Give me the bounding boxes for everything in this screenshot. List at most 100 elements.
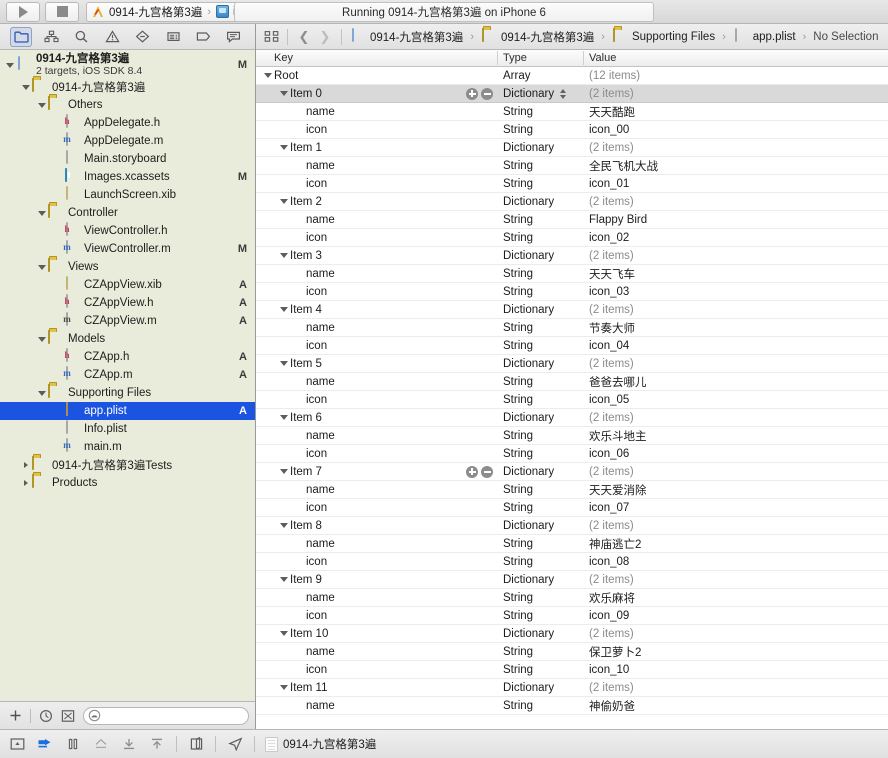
plist-type[interactable]: String (503, 610, 589, 622)
report-navigator-tab[interactable] (223, 27, 245, 47)
file-tree-row[interactable]: Others (0, 96, 255, 114)
plist-row[interactable]: name String 天天飞车 (256, 265, 888, 283)
plist-value[interactable]: (2 items) (589, 88, 634, 100)
plist-type[interactable]: Dictionary (503, 250, 589, 262)
plist-type[interactable]: Dictionary (503, 358, 589, 370)
debug-process-item[interactable]: 0914-九宫格第3遍 (265, 736, 376, 752)
column-header-key[interactable]: Key (256, 52, 503, 64)
disclosure-triangle-icon[interactable] (278, 685, 290, 690)
file-tree-row[interactable]: Controller (0, 204, 255, 222)
disclosure-triangle-icon[interactable] (278, 307, 290, 312)
stop-button[interactable] (45, 1, 79, 22)
file-tree-row[interactable]: m CZAppView.m A (0, 312, 255, 330)
plist-row[interactable]: icon String icon_07 (256, 499, 888, 517)
plist-value[interactable]: 爸爸去哪儿 (589, 377, 647, 389)
plist-type[interactable]: String (503, 106, 589, 118)
disclosure-triangle-icon[interactable] (20, 474, 32, 492)
file-tree-row[interactable]: 0914-九宫格第3遍 (0, 78, 255, 96)
test-navigator-tab[interactable] (132, 27, 154, 47)
plist-type[interactable]: String (503, 178, 589, 190)
plist-value[interactable]: (2 items) (589, 196, 634, 208)
file-tree-row[interactable]: LaunchScreen.xib (0, 186, 255, 204)
step-out-button[interactable] (120, 735, 138, 753)
file-tree-row[interactable]: 0914-九宫格第3遍 2 targets, iOS SDK 8.4 M (0, 52, 255, 78)
breadcrumb-item-4[interactable]: No Selection (812, 31, 879, 43)
plist-value[interactable]: (2 items) (589, 466, 634, 478)
file-tree-row[interactable]: Products (0, 474, 255, 492)
plist-row[interactable]: Item 0 Dictionary (2 items) (256, 85, 888, 103)
plist-type[interactable]: Dictionary (503, 682, 589, 694)
plist-value[interactable]: (2 items) (589, 628, 634, 640)
plist-type[interactable]: Array (503, 70, 589, 82)
plist-row[interactable]: Item 4 Dictionary (2 items) (256, 301, 888, 319)
plist-row[interactable]: icon String icon_06 (256, 445, 888, 463)
plist-row[interactable]: Item 2 Dictionary (2 items) (256, 193, 888, 211)
filter-input[interactable] (101, 709, 248, 722)
remove-row-icon[interactable] (481, 87, 493, 100)
plist-type[interactable]: String (503, 322, 589, 334)
plist-row[interactable]: icon String icon_10 (256, 661, 888, 679)
find-navigator-tab[interactable] (71, 27, 93, 47)
file-tree-row[interactable]: Info.plist (0, 420, 255, 438)
disclosure-triangle-icon[interactable] (278, 577, 290, 582)
disclosure-triangle-icon[interactable] (278, 361, 290, 366)
remove-row-icon[interactable] (481, 465, 493, 478)
plist-type[interactable]: String (503, 592, 589, 604)
plist-value[interactable]: icon_01 (589, 178, 629, 190)
breadcrumb-item-1[interactable]: 0914-九宫格第3遍 (480, 27, 595, 45)
file-tree-row[interactable]: Supporting Files (0, 384, 255, 402)
plist-row[interactable]: Item 10 Dictionary (2 items) (256, 625, 888, 643)
plist-row[interactable]: name String 天天爱消除 (256, 481, 888, 499)
file-tree-row[interactable]: Main.storyboard (0, 150, 255, 168)
add-row-icon[interactable] (466, 87, 478, 100)
plist-value[interactable]: (2 items) (589, 520, 634, 532)
disclosure-triangle-icon[interactable] (36, 204, 48, 222)
plist-type[interactable]: String (503, 430, 589, 442)
plist-type[interactable]: String (503, 646, 589, 658)
navigate-back-button[interactable]: ❮ (295, 27, 313, 47)
plist-type[interactable]: Dictionary (503, 628, 589, 640)
plist-value[interactable]: icon_05 (589, 394, 629, 406)
plist-value[interactable]: (2 items) (589, 304, 634, 316)
plist-type[interactable]: Dictionary (503, 466, 589, 478)
disclosure-triangle-icon[interactable] (278, 145, 290, 150)
plist-row[interactable]: icon String icon_03 (256, 283, 888, 301)
disclosure-triangle-icon[interactable] (278, 91, 290, 96)
file-tree-row[interactable]: Views (0, 258, 255, 276)
plist-value[interactable]: icon_00 (589, 124, 629, 136)
file-tree-row[interactable]: Models (0, 330, 255, 348)
plist-row[interactable]: Item 11 Dictionary (2 items) (256, 679, 888, 697)
plist-value[interactable]: icon_09 (589, 610, 629, 622)
plist-value[interactable]: 全民飞机大战 (589, 161, 658, 173)
breadcrumb-item-0[interactable]: 0914-九宫格第3遍 (349, 27, 464, 45)
plist-type[interactable]: String (503, 160, 589, 172)
type-stepper-icon[interactable] (558, 88, 568, 99)
plist-row[interactable]: Item 3 Dictionary (2 items) (256, 247, 888, 265)
plist-type[interactable]: String (503, 214, 589, 226)
plist-type[interactable]: String (503, 700, 589, 712)
plist-row[interactable]: icon String icon_02 (256, 229, 888, 247)
disclosure-triangle-icon[interactable] (36, 384, 48, 402)
breadcrumb-item-3[interactable]: app.plist (732, 27, 797, 45)
related-items-button[interactable] (262, 27, 280, 47)
plist-value[interactable]: (2 items) (589, 250, 634, 262)
disclosure-triangle-icon[interactable] (36, 330, 48, 348)
project-file-tree[interactable]: 0914-九宫格第3遍 2 targets, iOS SDK 8.4 M 0914-九… (0, 50, 255, 701)
file-tree-row[interactable]: h CZAppView.h A (0, 294, 255, 312)
plist-value[interactable]: 欢乐斗地主 (589, 431, 647, 443)
plist-row-buttons[interactable] (466, 87, 503, 100)
plist-row[interactable]: icon String icon_08 (256, 553, 888, 571)
plist-row[interactable]: Item 9 Dictionary (2 items) (256, 571, 888, 589)
plist-value[interactable]: icon_06 (589, 448, 629, 460)
file-tree-row[interactable]: app.plist A (0, 402, 255, 420)
file-tree-row[interactable]: m ViewController.m M (0, 240, 255, 258)
plist-value[interactable]: icon_03 (589, 286, 629, 298)
plist-type[interactable]: String (503, 484, 589, 496)
plist-value[interactable]: icon_07 (589, 502, 629, 514)
disclosure-triangle-icon[interactable] (36, 96, 48, 114)
plist-row[interactable]: name String Flappy Bird (256, 211, 888, 229)
plist-row[interactable]: icon String icon_01 (256, 175, 888, 193)
plist-value[interactable]: Flappy Bird (589, 214, 647, 226)
plist-value[interactable]: 保卫萝卜2 (589, 647, 641, 659)
plist-type[interactable]: Dictionary (503, 88, 589, 100)
